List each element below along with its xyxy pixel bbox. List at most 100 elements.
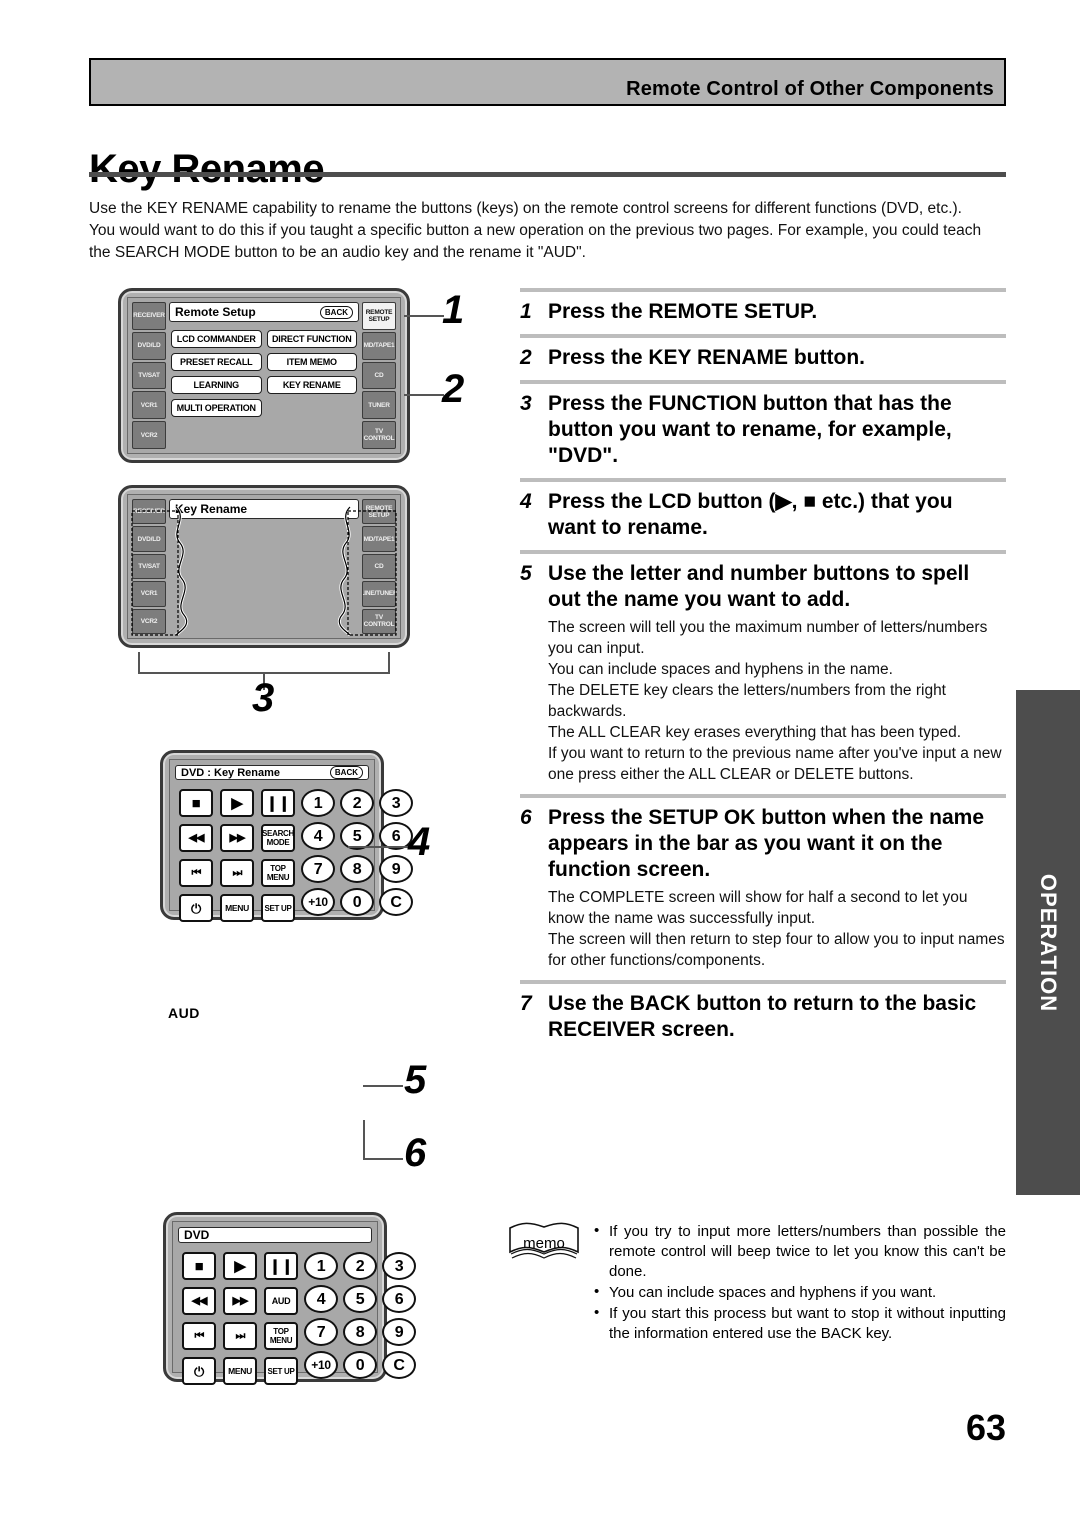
callout-1-leader: [404, 315, 444, 317]
device2-blank-screen: [169, 523, 359, 634]
memo-label: memo: [523, 1234, 565, 1252]
device4-key-8[interactable]: 8: [343, 1318, 377, 1346]
device4-key-1[interactable]: 1: [304, 1252, 338, 1280]
device1-lcd-btn-multi-operation[interactable]: MULTI OPERATION: [171, 399, 262, 417]
memo-note: If you try to input more letters/numbers…: [592, 1221, 1006, 1282]
device3-key-play[interactable]: ▶: [220, 789, 254, 817]
remote-diagram-dvd-renamed: DVD ■ ▶ ❙❙ ◀◀ ▶▶ AUD ⏮ ⏭ TOP MENU ⏻ MENU…: [163, 1212, 416, 1385]
device3-key-rewind[interactable]: ◀◀: [179, 824, 213, 852]
callout-5: 5: [404, 1058, 427, 1102]
device4-key-plus10[interactable]: +10: [304, 1351, 338, 1379]
device4-key-9[interactable]: 9: [382, 1318, 416, 1346]
device2-left-btn-1[interactable]: DVD/LD: [132, 526, 166, 552]
step-heading: Press the LCD button (▶, ■ etc.) that yo…: [548, 490, 953, 539]
device3-key-stop[interactable]: ■: [179, 789, 213, 817]
device4-key-prev-track[interactable]: ⏮: [182, 1322, 216, 1350]
device2-left-btn-2[interactable]: TV/SAT: [132, 553, 166, 580]
device4-key-3[interactable]: 3: [382, 1252, 416, 1280]
device4-key-next-track[interactable]: ⏭: [223, 1322, 257, 1350]
step-number: 6: [520, 806, 532, 829]
device4-key-4[interactable]: 4: [304, 1285, 338, 1313]
device1-right-btn-tv-control[interactable]: TV CONTROL: [362, 421, 396, 449]
device1-right-btn-remote-setup[interactable]: REMOTE SETUP: [362, 302, 396, 330]
device4-screen-title-bar: DVD: [178, 1227, 372, 1243]
callout-4: 4: [408, 820, 431, 864]
device1-left-btn-3[interactable]: VCR1: [132, 391, 166, 420]
device1-right-btn-cd[interactable]: CD: [362, 361, 396, 390]
device1-left-btn-4[interactable]: VCR2: [132, 421, 166, 449]
device1-lcd-btn-item-memo[interactable]: ITEM MEMO: [266, 353, 357, 371]
device3-key-prev-track[interactable]: ⏮: [179, 859, 213, 887]
device2-left-btn-0[interactable]: RECEIVER: [132, 499, 166, 525]
device3-key-plus10[interactable]: +10: [301, 888, 335, 916]
device3-key-pause[interactable]: ❙❙: [261, 789, 295, 817]
device4-key-rewind[interactable]: ◀◀: [182, 1287, 216, 1315]
step-heading: Use the letter and number buttons to spe…: [548, 562, 970, 611]
device2-right-btn-tv-control[interactable]: TV CONTROL: [362, 608, 396, 635]
device1-lcd-btn-direct-function[interactable]: DIRECT FUNCTION: [266, 330, 357, 348]
device3-key-1[interactable]: 1: [301, 789, 335, 817]
title-divider: [89, 172, 1006, 177]
device2-right-btn-remote-setup[interactable]: REMOTE SETUP: [362, 499, 396, 525]
device3-back-button[interactable]: BACK: [329, 766, 363, 779]
device1-right-btn-md-tape1[interactable]: MD/TAPE1: [362, 331, 396, 360]
device3-key-0[interactable]: 0: [340, 888, 374, 916]
device4-key-6[interactable]: 6: [382, 1285, 416, 1313]
device3-key-7[interactable]: 7: [301, 855, 335, 883]
device3-key-set-up[interactable]: SET UP: [261, 894, 295, 922]
device4-key-power[interactable]: ⏻: [182, 1357, 216, 1385]
step-number: 4: [520, 490, 532, 513]
device1-right-btn-tuner[interactable]: TUNER: [362, 391, 396, 420]
device4-screen-title: DVD: [184, 1228, 210, 1242]
memo-note: If you start this process but want to st…: [592, 1303, 1006, 1344]
step-number: 7: [520, 992, 532, 1015]
device3-key-top-menu[interactable]: TOP MENU: [261, 859, 295, 887]
callout-5-leader: [363, 1085, 403, 1087]
callout-3: 3: [252, 676, 275, 720]
device4-key-2[interactable]: 2: [343, 1252, 377, 1280]
device3-key-power[interactable]: ⏻: [179, 894, 213, 922]
device3-key-8[interactable]: 8: [340, 855, 374, 883]
device2-right-btn-md-tape1[interactable]: MD/TAPE1: [362, 526, 396, 552]
device2-left-btn-4[interactable]: VCR2: [132, 608, 166, 635]
device4-key-5[interactable]: 5: [343, 1285, 377, 1313]
device3-key-search-mode[interactable]: SEARCH MODE: [261, 824, 295, 852]
step-item-4: 4 Press the LCD button (▶, ■ etc.) that y…: [520, 482, 1006, 550]
device3-key-fastforward[interactable]: ▶▶: [220, 824, 254, 852]
remote-diagram-remote-setup: RECEIVER DVD/LD TV/SAT VCR1 VCR2 Remote …: [118, 288, 410, 463]
device1-left-btn-0[interactable]: RECEIVER: [132, 302, 166, 330]
device4-key-fastforward[interactable]: ▶▶: [223, 1287, 257, 1315]
device1-lcd-btn-lcd-commander[interactable]: LCD COMMANDER: [171, 330, 262, 348]
device4-key-set-up[interactable]: SET UP: [264, 1357, 298, 1385]
device4-key-stop[interactable]: ■: [182, 1252, 216, 1280]
step-heading: Press the SETUP OK button when the name …: [548, 806, 985, 881]
device4-key-top-menu[interactable]: TOP MENU: [264, 1322, 298, 1350]
device4-key-c[interactable]: C: [382, 1351, 416, 1379]
device1-left-btn-1[interactable]: DVD/LD: [132, 331, 166, 360]
device2-right-function-buttons: REMOTE SETUP MD/TAPE1 CD LINE/TUNER TV C…: [362, 499, 396, 635]
device4-key-menu[interactable]: MENU: [223, 1357, 257, 1385]
device4-key-0[interactable]: 0: [343, 1351, 377, 1379]
device1-screen-title-bar: Remote Setup BACK: [169, 302, 359, 322]
step-number: 1: [520, 300, 532, 323]
device3-key-menu[interactable]: MENU: [220, 894, 254, 922]
device3-key-4[interactable]: 4: [301, 822, 335, 850]
device4-key-aud[interactable]: AUD: [264, 1287, 298, 1315]
device2-right-btn-cd[interactable]: CD: [362, 553, 396, 580]
device4-key-play[interactable]: ▶: [223, 1252, 257, 1280]
device3-key-3[interactable]: 3: [379, 789, 413, 817]
device1-left-btn-2[interactable]: TV/SAT: [132, 361, 166, 390]
device1-right-function-buttons: REMOTE SETUP MD/TAPE1 CD TUNER TV CONTRO…: [362, 302, 396, 449]
device3-key-next-track[interactable]: ⏭: [220, 859, 254, 887]
device4-key-pause[interactable]: ❙❙: [264, 1252, 298, 1280]
device4-key-7[interactable]: 7: [304, 1318, 338, 1346]
device2-left-btn-3[interactable]: VCR1: [132, 581, 166, 607]
device1-lcd-btn-preset-recall[interactable]: PRESET RECALL: [171, 353, 262, 371]
device3-key-c[interactable]: C: [379, 888, 413, 916]
callout-4-leader: [348, 846, 410, 848]
device1-lcd-btn-key-rename[interactable]: KEY RENAME: [266, 376, 357, 394]
device1-lcd-btn-learning[interactable]: LEARNING: [171, 376, 262, 394]
device2-right-btn-line-tuner[interactable]: LINE/TUNER: [362, 581, 396, 607]
device1-back-button[interactable]: BACK: [319, 305, 353, 319]
device3-key-2[interactable]: 2: [340, 789, 374, 817]
